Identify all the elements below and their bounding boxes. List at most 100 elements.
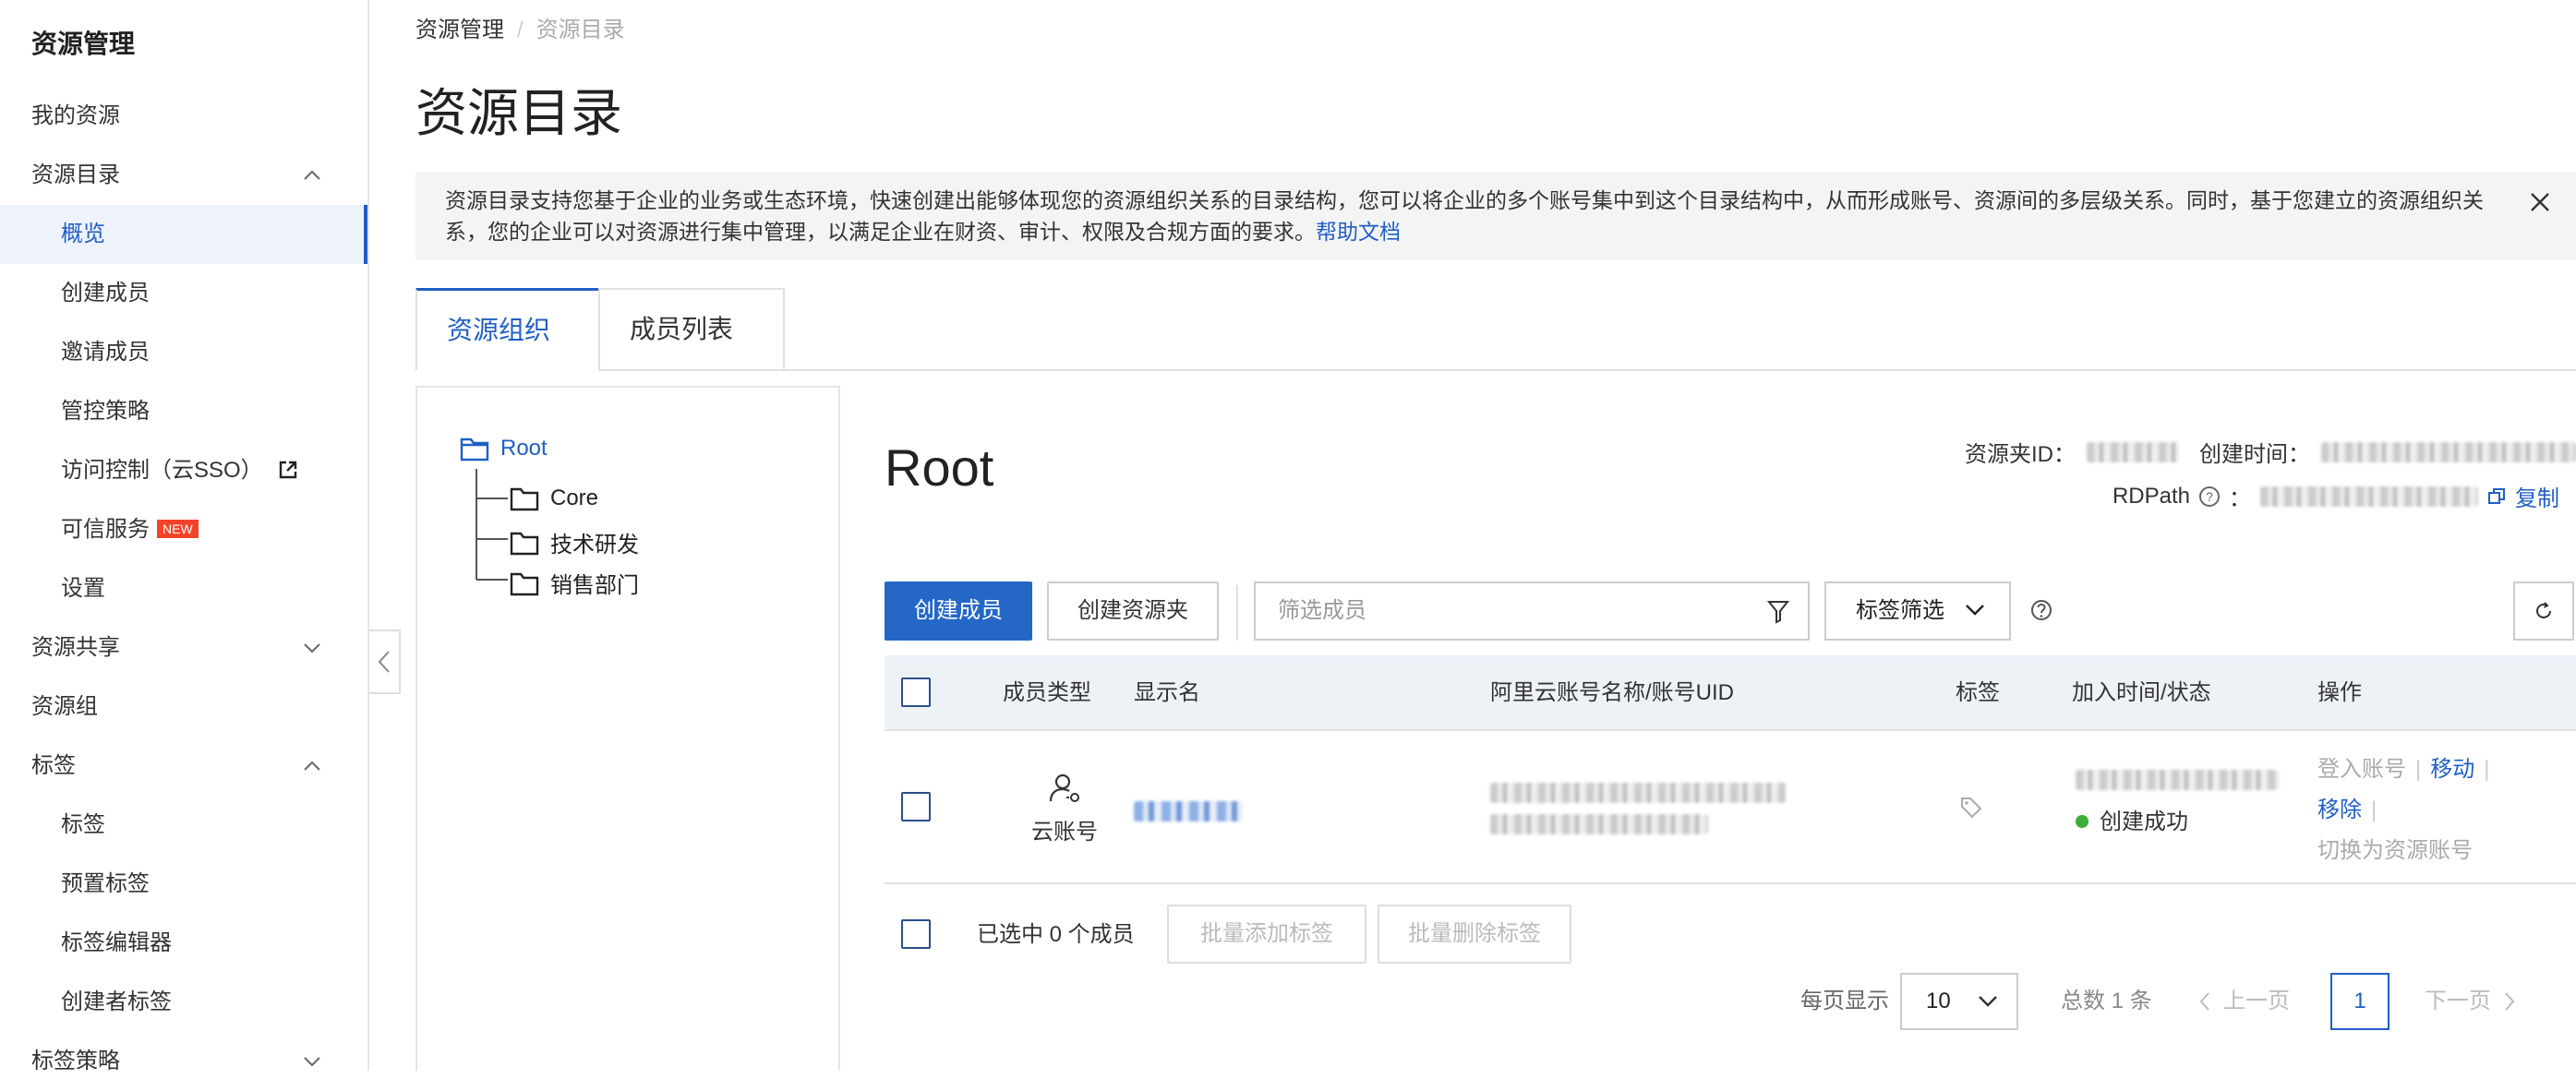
copy-button[interactable]: 复制 (2515, 480, 2559, 512)
refresh-button[interactable] (2513, 581, 2574, 641)
rdpath-label: RDPath (2112, 483, 2190, 509)
folder-icon (510, 572, 539, 595)
bulk-add-tags-button[interactable]: 批量添加标签 (1167, 905, 1366, 964)
sidebar-item-trusted-service[interactable]: 可信服务 NEW (0, 500, 367, 559)
sidebar-item-create-member[interactable]: 创建成员 (0, 264, 367, 323)
created-time-label: 创建时间： (2199, 442, 2310, 467)
sidebar-item-control-policy[interactable]: 管控策略 (0, 382, 367, 441)
sidebar-item-cloud-sso[interactable]: 访问控制（云SSO） (0, 441, 367, 500)
sidebar-item-invite-member[interactable]: 邀请成员 (0, 323, 367, 382)
login-account-link[interactable]: 登入账号 (2317, 757, 2406, 782)
column-header-member-type: 成员类型 (1003, 680, 1091, 705)
filter-members-input[interactable] (1254, 581, 1810, 641)
tag-icon (1961, 797, 1982, 819)
member-type-label: 云账号 (1031, 820, 1098, 845)
create-folder-button[interactable]: 创建资源夹 (1047, 581, 1219, 641)
next-page-button[interactable]: 下一页 (2425, 973, 2515, 1030)
folder-detail-panel: Root 资源夹ID： 创建时间： RDPath ?： 复制 创建成员 创建资源… (885, 386, 2576, 1071)
sidebar-item-preset-tags[interactable]: 预置标签 (0, 855, 367, 914)
new-badge: NEW (157, 519, 199, 538)
info-notice: 资源目录支持您基于企业的业务或生态环境，快速创建出能够体现您的资源组织关系的目录… (415, 172, 2576, 260)
sidebar-item-label: 访问控制（云SSO） (61, 458, 263, 483)
sidebar-item-label: 资源目录 (31, 162, 120, 187)
bulk-actions-bar: 已选中 0 个成员 批量添加标签 批量删除标签 (885, 899, 2576, 973)
row-checkbox[interactable] (901, 792, 931, 821)
display-name-cell[interactable] (1134, 797, 1243, 823)
tree-node-label: 技术研发 (550, 533, 639, 557)
sidebar-collapse-button[interactable] (369, 629, 401, 694)
close-icon[interactable] (2528, 190, 2552, 214)
status-badge: 创建成功 (2076, 803, 2279, 835)
chevron-left-icon (2199, 992, 2209, 1011)
sidebar-item-tag-editor[interactable]: 标签编辑器 (0, 914, 367, 973)
tags-cell[interactable] (1959, 796, 1983, 826)
copy-icon[interactable] (2487, 487, 2506, 506)
per-page-select[interactable]: 10 (1900, 973, 2018, 1030)
help-icon[interactable]: ? (2199, 486, 2220, 507)
tag-filter-dropdown[interactable]: 标签筛选 (1824, 581, 2011, 641)
op-separator: | (2415, 757, 2422, 782)
select-all-checkbox[interactable] (901, 677, 931, 707)
status-dot (2076, 814, 2088, 828)
sidebar-item-label: 资源共享 (31, 635, 120, 660)
tree-node-tech-rnd[interactable]: 技术研发 (510, 526, 639, 558)
breadcrumb-current: 资源目录 (536, 18, 625, 42)
page-number-button[interactable]: 1 (2330, 973, 2389, 1030)
tree-node-root[interactable]: Root (460, 436, 548, 462)
sidebar-item-creator-tags[interactable]: 创建者标签 (0, 973, 367, 1032)
tree-node-sales[interactable]: 销售部门 (510, 567, 639, 599)
chevron-down-icon (1979, 996, 1997, 1007)
sidebar-item-tags[interactable]: 标签 (0, 737, 367, 796)
tab-member-list[interactable]: 成员列表 (598, 288, 785, 371)
tree-connector-lines (475, 469, 508, 581)
prev-page-button[interactable]: 上一页 (2199, 973, 2290, 1030)
chevron-right-icon (2505, 992, 2515, 1011)
notice-text: 资源目录支持您基于企业的业务或生态环境，快速创建出能够体现您的资源组织关系的目录… (445, 188, 2484, 244)
sidebar-item-tag[interactable]: 标签 (0, 796, 367, 855)
member-type-cell: 云账号 (1014, 772, 1115, 845)
chevron-down-icon (304, 1057, 320, 1067)
join-time-status-cell: 创建成功 (2076, 770, 2279, 835)
selected-count-text: 已选中 0 个成员 (977, 922, 1135, 947)
sidebar-item-label: 管控策略 (61, 399, 150, 424)
join-time-redacted (2076, 770, 2279, 790)
column-header-account-uid: 阿里云账号名称/账号UID (1490, 680, 1734, 705)
switch-to-resource-account-link[interactable]: 切换为资源账号 (2317, 838, 2473, 863)
sidebar-item-my-resources[interactable]: 我的资源 (0, 87, 367, 146)
sidebar-item-label: 标签 (31, 753, 76, 778)
sidebar-item-resource-group[interactable]: 资源组 (0, 677, 367, 737)
sidebar-item-label: 我的资源 (31, 103, 120, 128)
help-doc-link[interactable]: 帮助文档 (1316, 220, 1401, 244)
remove-link[interactable]: 移除 (2317, 797, 2362, 822)
sidebar-item-settings[interactable]: 设置 (0, 559, 367, 618)
folder-meta-line: 资源夹ID： 创建时间： (1965, 436, 2576, 468)
op-separator: | (2371, 797, 2377, 822)
column-header-actions: 操作 (2317, 680, 2362, 705)
tree-node-label: Core (550, 486, 599, 510)
tree-node-label: 销售部门 (550, 573, 639, 598)
account-uid-cell (1490, 783, 1786, 834)
sidebar-item-label: 资源组 (31, 694, 98, 719)
filter-icon[interactable] (1767, 600, 1789, 624)
sidebar-item-label: 创建成员 (61, 281, 150, 306)
move-link[interactable]: 移动 (2430, 757, 2474, 782)
user-key-icon (1049, 773, 1079, 802)
toolbar-divider (1236, 585, 1238, 641)
display-name-redacted (1134, 800, 1243, 821)
bulk-remove-tags-button[interactable]: 批量删除标签 (1378, 905, 1571, 964)
tab-resource-organization[interactable]: 资源组织 (415, 288, 600, 371)
sidebar-item-tag-policy[interactable]: 标签策略 (0, 1032, 367, 1091)
sidebar-item-resource-sharing[interactable]: 资源共享 (0, 618, 367, 677)
sidebar-item-label: 标签编辑器 (61, 930, 172, 955)
folder-id-value-redacted (2087, 441, 2179, 462)
bulk-select-checkbox[interactable] (901, 919, 931, 949)
sidebar-item-resource-directory[interactable]: 资源目录 (0, 146, 367, 205)
sidebar-title: 资源管理 (31, 30, 136, 58)
folder-id-label: 资源夹ID： (1965, 442, 2076, 467)
help-icon[interactable] (2029, 598, 2053, 622)
sidebar-item-overview[interactable]: 概览 (0, 205, 367, 264)
create-member-button[interactable]: 创建成员 (885, 581, 1032, 641)
breadcrumb-root[interactable]: 资源管理 (415, 18, 504, 42)
tree-node-core[interactable]: Core (510, 486, 598, 511)
tab-bar: 资源组织 成员列表 (415, 288, 2576, 371)
